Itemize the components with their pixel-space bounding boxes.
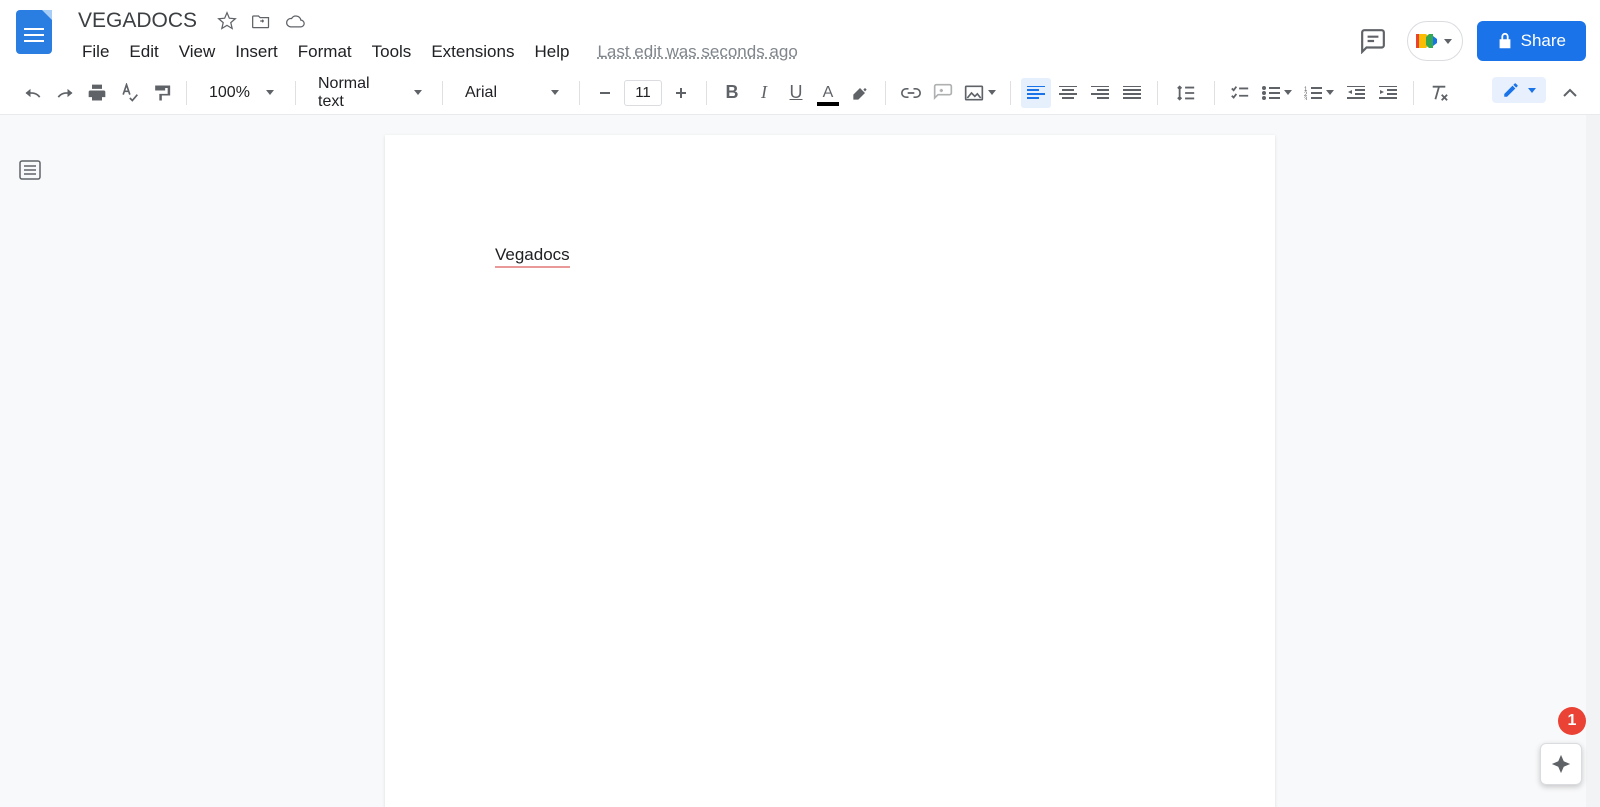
share-button[interactable]: Share [1477, 21, 1586, 61]
chevron-down-icon [1284, 90, 1292, 95]
toolbar-separator [706, 81, 707, 105]
toolbar-separator [1413, 81, 1414, 105]
italic-button[interactable]: I [749, 78, 779, 108]
font-size-value: 11 [635, 84, 651, 101]
scrollbar-track[interactable] [1586, 115, 1600, 807]
chevron-down-icon [266, 90, 274, 95]
text-color-button[interactable]: A [813, 78, 843, 108]
font-value: Arial [465, 84, 497, 102]
align-right-button[interactable] [1085, 78, 1115, 108]
bulleted-list-button[interactable] [1257, 78, 1297, 108]
menu-format[interactable]: Format [288, 38, 362, 66]
menu-tools[interactable]: Tools [362, 38, 422, 66]
outline-toggle-icon[interactable] [15, 155, 45, 185]
menu-extensions[interactable]: Extensions [421, 38, 524, 66]
align-center-button[interactable] [1053, 78, 1083, 108]
highlight-button[interactable] [845, 78, 875, 108]
style-value: Normal text [318, 75, 398, 111]
svg-text:3: 3 [1304, 97, 1308, 100]
paragraph-style-select[interactable]: Normal text [306, 78, 432, 108]
spellcheck-button[interactable] [114, 78, 144, 108]
toolbar-separator [186, 81, 187, 105]
notification-badge[interactable]: 1 [1558, 707, 1586, 735]
meet-button[interactable] [1407, 21, 1463, 61]
toolbar-separator [579, 81, 580, 105]
notification-count: 1 [1568, 712, 1577, 730]
toolbar-separator [885, 81, 886, 105]
align-justify-button[interactable] [1117, 78, 1147, 108]
font-size-group: 11 [590, 78, 696, 108]
toolbar: 100% Normal text Arial 11 B I U A [0, 70, 1600, 115]
underline-button[interactable]: U [781, 78, 811, 108]
toolbar-separator [442, 81, 443, 105]
chevron-down-icon [551, 90, 559, 95]
zoom-value: 100% [209, 84, 250, 102]
chevron-down-icon [414, 90, 422, 95]
bold-button[interactable]: B [717, 78, 747, 108]
menu-edit[interactable]: Edit [119, 38, 168, 66]
editing-mode-button[interactable] [1492, 77, 1546, 103]
title-row: VEGADOCS [72, 6, 1353, 36]
share-label: Share [1521, 31, 1566, 51]
toolbar-separator [1214, 81, 1215, 105]
docs-logo-icon[interactable] [16, 10, 52, 54]
font-select[interactable]: Arial [453, 78, 569, 108]
header-right: Share [1353, 6, 1586, 70]
print-button[interactable] [82, 78, 112, 108]
workspace: Vegadocs [0, 115, 1600, 807]
document-title[interactable]: VEGADOCS [72, 7, 203, 35]
logo-column [16, 6, 72, 70]
checklist-button[interactable] [1225, 78, 1255, 108]
menu-insert[interactable]: Insert [225, 38, 288, 66]
menu-bar: File Edit View Insert Format Tools Exten… [72, 36, 1353, 68]
explore-button[interactable] [1540, 743, 1582, 785]
chevron-down-icon [1326, 90, 1334, 95]
menu-help[interactable]: Help [524, 38, 579, 66]
menu-view[interactable]: View [169, 38, 226, 66]
comments-icon[interactable] [1353, 21, 1393, 61]
menu-file[interactable]: File [72, 38, 119, 66]
outline-rail [0, 115, 60, 807]
undo-button[interactable] [18, 78, 48, 108]
app-header: VEGADOCS File Edit View Insert Format To… [0, 0, 1600, 70]
meet-icon [1414, 31, 1438, 51]
title-column: VEGADOCS File Edit View Insert Format To… [72, 6, 1353, 70]
insert-comment-button[interactable] [928, 78, 958, 108]
cloud-status-icon[interactable] [285, 11, 305, 31]
align-left-button[interactable] [1021, 78, 1051, 108]
document-scroll-area[interactable]: Vegadocs [60, 115, 1600, 807]
toolbar-separator [295, 81, 296, 105]
clear-formatting-button[interactable] [1424, 78, 1454, 108]
font-size-decrease-button[interactable] [590, 78, 620, 108]
chevron-down-icon [988, 90, 996, 95]
numbered-list-button[interactable]: 123 [1299, 78, 1339, 108]
font-size-increase-button[interactable] [666, 78, 696, 108]
redo-button[interactable] [50, 78, 80, 108]
page[interactable]: Vegadocs [385, 135, 1275, 807]
font-size-input[interactable]: 11 [624, 80, 662, 106]
last-edit-link[interactable]: Last edit was seconds ago [597, 42, 797, 62]
star-icon[interactable] [217, 11, 237, 31]
chevron-down-icon [1528, 88, 1536, 93]
indent-decrease-button[interactable] [1341, 78, 1371, 108]
toolbar-separator [1157, 81, 1158, 105]
chevron-down-icon [1444, 39, 1452, 44]
paint-format-button[interactable] [146, 78, 176, 108]
indent-increase-button[interactable] [1373, 78, 1403, 108]
zoom-select[interactable]: 100% [197, 78, 285, 108]
move-folder-icon[interactable] [251, 11, 271, 31]
insert-link-button[interactable] [896, 78, 926, 108]
insert-image-button[interactable] [960, 78, 1000, 108]
toolbar-separator [1010, 81, 1011, 105]
collapse-toolbar-button[interactable] [1554, 77, 1586, 109]
line-spacing-button[interactable] [1168, 78, 1204, 108]
document-body-text[interactable]: Vegadocs [495, 245, 570, 268]
